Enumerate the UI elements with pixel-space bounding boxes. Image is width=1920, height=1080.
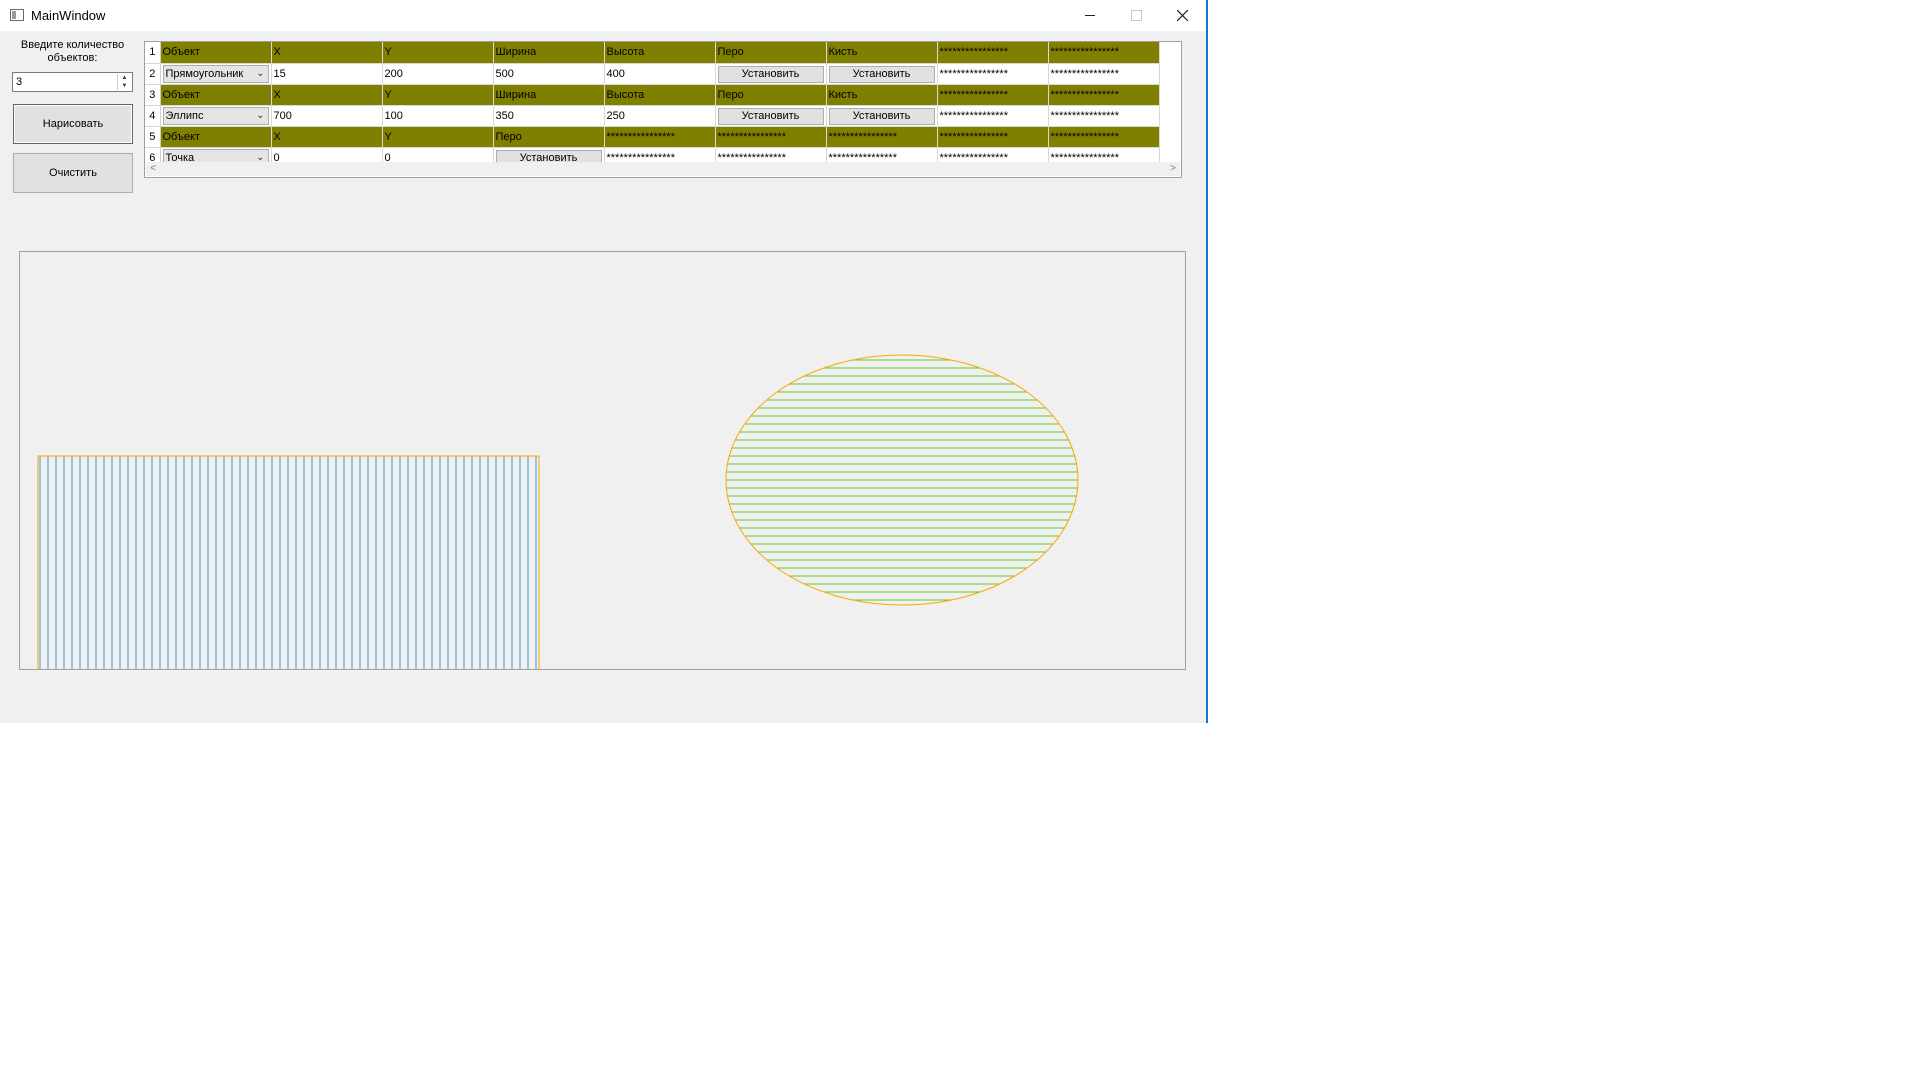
app-icon (10, 9, 24, 21)
minimize-icon[interactable] (1067, 0, 1113, 31)
table-cell[interactable]: 200 (382, 63, 494, 85)
header-cell[interactable]: X (271, 126, 383, 148)
header-cell[interactable]: **************** (604, 126, 716, 148)
header-cell[interactable]: Объект (160, 126, 272, 148)
set-cell[interactable]: Установить (826, 63, 938, 85)
header-cell[interactable]: **************** (715, 126, 827, 148)
set-cell[interactable]: Установить (826, 105, 938, 127)
table-cell[interactable]: **************** (1048, 63, 1160, 85)
header-cell[interactable]: Ширина (493, 84, 605, 106)
chevron-down-icon[interactable]: ⌄ (256, 108, 264, 124)
header-cell[interactable]: X (271, 84, 383, 106)
set-button[interactable]: Установить (717, 65, 824, 83)
table-cell[interactable]: 500 (493, 63, 605, 85)
header-cell[interactable]: Объект (160, 42, 272, 64)
title-bar[interactable]: MainWindow (0, 0, 1206, 31)
close-icon[interactable] (1159, 0, 1205, 31)
scroll-right-icon[interactable]: > (1166, 162, 1180, 176)
scroll-left-icon[interactable]: < (146, 162, 160, 176)
table-cell[interactable]: **************** (937, 63, 1049, 85)
table-cell[interactable]: 400 (604, 63, 716, 85)
header-cell[interactable]: **************** (1048, 126, 1160, 148)
header-cell[interactable]: Кисть (826, 42, 938, 64)
table-cell[interactable]: 15 (271, 63, 383, 85)
table-row: 2 Прямоугольник ⌄ 15 200 500 400 Установить Уста… (145, 63, 1160, 85)
table-header-row: 1 Объект X Y Ширина Высота Перо Кисть **********… (145, 42, 1160, 64)
object-type-value: Эллипс (165, 110, 204, 122)
table-cell[interactable]: 350 (493, 105, 605, 127)
window-title: MainWindow (31, 8, 106, 23)
table-cell[interactable]: **************** (1048, 105, 1160, 127)
maximize-icon[interactable] (1113, 0, 1159, 31)
table-header-row: 5 Объект X Y Перо **************** ***********… (145, 126, 1160, 148)
drawing-canvas (19, 251, 1186, 670)
shapes-layer (37, 354, 1079, 669)
table-cell[interactable]: **************** (937, 105, 1049, 127)
draw-button[interactable]: Нарисовать (13, 104, 133, 144)
header-cell[interactable]: Перо (715, 84, 827, 106)
header-cell[interactable]: **************** (826, 126, 938, 148)
row-number[interactable]: 3 (145, 84, 161, 106)
clear-button[interactable]: Очистить (13, 153, 133, 193)
objects-table[interactable]: 1 Объект X Y Ширина Высота Перо Кисть **********… (144, 41, 1182, 178)
set-button[interactable]: Установить (828, 65, 935, 83)
header-cell[interactable]: **************** (937, 126, 1049, 148)
header-cell[interactable]: Высота (604, 42, 716, 64)
set-button[interactable]: Установить (717, 107, 824, 125)
spin-up-icon[interactable]: ▲ (118, 74, 131, 82)
header-cell[interactable]: Объект (160, 84, 272, 106)
row-number[interactable]: 2 (145, 63, 161, 85)
table-cell[interactable]: 700 (271, 105, 383, 127)
table-cell[interactable]: 100 (382, 105, 494, 127)
header-cell[interactable]: Ширина (493, 42, 605, 64)
header-cell[interactable]: **************** (1048, 42, 1160, 64)
table-header-row: 3 Объект X Y Ширина Высота Перо Кисть **********… (145, 84, 1160, 106)
spin-buttons: ▲ ▼ (117, 74, 131, 90)
object-count-spinbox[interactable]: 3 ▲ ▼ (12, 72, 133, 92)
object-type-cell[interactable]: Эллипс ⌄ (160, 105, 272, 127)
object-type-combobox[interactable]: Эллипс ⌄ (162, 107, 269, 125)
header-cell[interactable]: Y (382, 126, 494, 148)
table-row: 4 Эллипс ⌄ 700 100 350 250 Установить Установить… (145, 105, 1160, 127)
row-number[interactable]: 4 (145, 105, 161, 127)
row-number[interactable]: 5 (145, 126, 161, 148)
header-cell[interactable]: **************** (1048, 84, 1160, 106)
header-cell[interactable]: **************** (937, 42, 1049, 64)
object-type-cell[interactable]: Прямоугольник ⌄ (160, 63, 272, 85)
set-cell[interactable]: Установить (715, 63, 827, 85)
chevron-down-icon[interactable]: ⌄ (256, 66, 264, 82)
object-count-value[interactable]: 3 (16, 76, 22, 88)
set-cell[interactable]: Установить (715, 105, 827, 127)
set-button[interactable]: Установить (828, 107, 935, 125)
rectangle-shape (37, 455, 540, 669)
main-window: MainWindow Введите количество объектов: … (0, 0, 1208, 723)
header-cell[interactable]: Y (382, 84, 494, 106)
header-cell[interactable]: X (271, 42, 383, 64)
object-type-value: Прямоугольник (165, 68, 244, 80)
objects-grid: 1 Объект X Y Ширина Высота Перо Кисть **********… (145, 42, 1160, 169)
header-cell[interactable]: Кисть (826, 84, 938, 106)
object-count-label: Введите количество объектов: (20, 39, 125, 64)
header-cell[interactable]: Перо (493, 126, 605, 148)
horizontal-scrollbar[interactable]: < > (146, 162, 1180, 176)
header-cell[interactable]: Y (382, 42, 494, 64)
header-cell[interactable]: **************** (937, 84, 1049, 106)
ellipse-shape (725, 354, 1079, 606)
header-cell[interactable]: Высота (604, 84, 716, 106)
table-cell[interactable]: 250 (604, 105, 716, 127)
spin-down-icon[interactable]: ▼ (118, 82, 131, 90)
header-cell[interactable]: Перо (715, 42, 827, 64)
object-type-combobox[interactable]: Прямоугольник ⌄ (162, 65, 269, 83)
row-number[interactable]: 1 (145, 42, 161, 64)
